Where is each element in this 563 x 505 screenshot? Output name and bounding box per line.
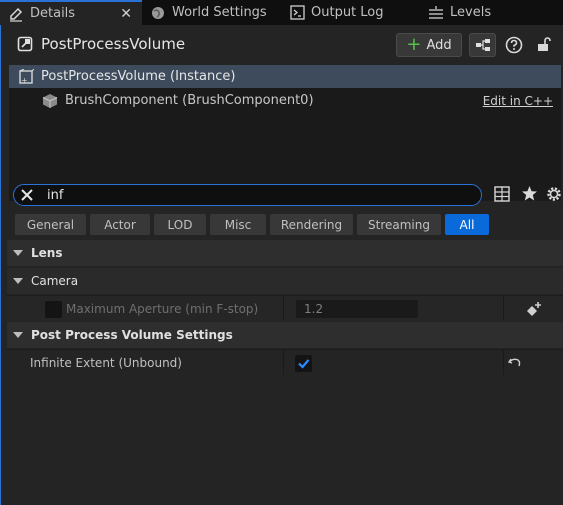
actor-icon: [17, 36, 33, 52]
globe-icon: [150, 5, 166, 21]
star-icon[interactable]: [521, 185, 538, 202]
volume-icon: +: [17, 68, 35, 86]
tab-levels[interactable]: Levels: [428, 0, 491, 25]
tree-item-brush-component[interactable]: BrushComponent (BrushComponent0) Edit in…: [9, 89, 561, 112]
collapse-arrow-icon: [13, 250, 23, 256]
infinite-extent-label: Infinite Extent (Unbound): [30, 356, 182, 370]
plus-icon: +: [406, 34, 422, 55]
lock-icon[interactable]: [536, 36, 552, 52]
category-lens-label: Lens: [31, 246, 63, 260]
cube-icon: [41, 92, 59, 110]
add-label: Add: [426, 37, 452, 53]
collapse-arrow-icon: [13, 332, 23, 338]
filter-all[interactable]: All: [445, 214, 489, 235]
stack-icon: [428, 5, 444, 21]
tree-item-brush-label: BrushComponent (BrushComponent0): [65, 93, 314, 108]
filter-actor[interactable]: Actor: [90, 214, 150, 235]
close-icon[interactable]: ✕: [120, 6, 132, 22]
tab-output-log[interactable]: Output Log: [289, 0, 384, 25]
property-matrix-icon[interactable]: [494, 186, 510, 202]
column-divider: [503, 296, 504, 321]
blueprint-button[interactable]: [469, 33, 496, 57]
help-icon[interactable]: [505, 36, 523, 54]
details-panel: PostProcessVolume + Add + PostProcessVol…: [0, 25, 563, 505]
clear-search-icon[interactable]: [17, 185, 37, 205]
tab-details[interactable]: Details ✕: [0, 0, 142, 25]
max-aperture-override-checkbox[interactable]: [45, 301, 62, 318]
tab-levels-label: Levels: [450, 5, 492, 20]
category-camera[interactable]: Camera: [7, 268, 563, 294]
blueprint-icon: [475, 39, 490, 51]
edit-in-cpp-link[interactable]: Edit in C++: [483, 94, 553, 108]
column-divider: [283, 296, 284, 321]
reset-to-default-icon[interactable]: [507, 355, 523, 374]
category-lens[interactable]: Lens: [7, 240, 563, 266]
gear-icon[interactable]: [545, 185, 563, 203]
collapse-arrow-icon: [13, 278, 23, 284]
property-infinite-extent: Infinite Extent (Unbound): [7, 349, 563, 375]
search-box[interactable]: inf: [13, 184, 482, 206]
search-input[interactable]: inf: [47, 188, 63, 203]
tree-item-root[interactable]: + PostProcessVolume (Instance): [9, 65, 561, 88]
add-keyframe-icon[interactable]: [526, 301, 542, 320]
tab-details-label: Details: [30, 6, 76, 21]
filter-streaming[interactable]: Streaming: [357, 214, 441, 235]
category-camera-label: Camera: [31, 274, 79, 288]
add-component-button[interactable]: + Add: [396, 33, 462, 57]
property-list: Lens Camera Maximum Aperture (min F-stop…: [7, 240, 563, 380]
svg-text:+: +: [21, 76, 28, 85]
tab-world-settings[interactable]: World Settings: [150, 0, 267, 25]
filter-misc[interactable]: Misc: [210, 214, 266, 235]
filter-rendering[interactable]: Rendering: [270, 214, 353, 235]
pencil-icon: [8, 6, 24, 22]
max-aperture-input[interactable]: 1.2: [296, 300, 418, 318]
category-ppv-settings-label: Post Process Volume Settings: [31, 328, 233, 342]
category-ppv-settings[interactable]: Post Process Volume Settings: [7, 322, 563, 348]
column-divider: [283, 350, 284, 375]
component-tree: + PostProcessVolume (Instance) BrushComp…: [9, 65, 561, 201]
details-header: PostProcessVolume + Add: [1, 25, 563, 63]
checkmark-icon: [298, 359, 310, 369]
filter-general[interactable]: General: [15, 214, 86, 235]
filter-lod[interactable]: LOD: [154, 214, 206, 235]
tab-bar: Details ✕ World Settings Output Log Leve…: [0, 0, 563, 25]
infinite-extent-checkbox[interactable]: [295, 355, 312, 372]
tab-world-settings-label: World Settings: [172, 5, 267, 20]
column-divider: [503, 350, 504, 375]
terminal-icon: [289, 5, 305, 21]
tab-output-log-label: Output Log: [311, 5, 384, 20]
property-max-aperture: Maximum Aperture (min F-stop) 1.2: [7, 295, 563, 321]
max-aperture-label: Maximum Aperture (min F-stop): [66, 302, 259, 316]
tree-item-root-label: PostProcessVolume (Instance): [41, 69, 236, 84]
actor-title: PostProcessVolume: [41, 35, 186, 53]
